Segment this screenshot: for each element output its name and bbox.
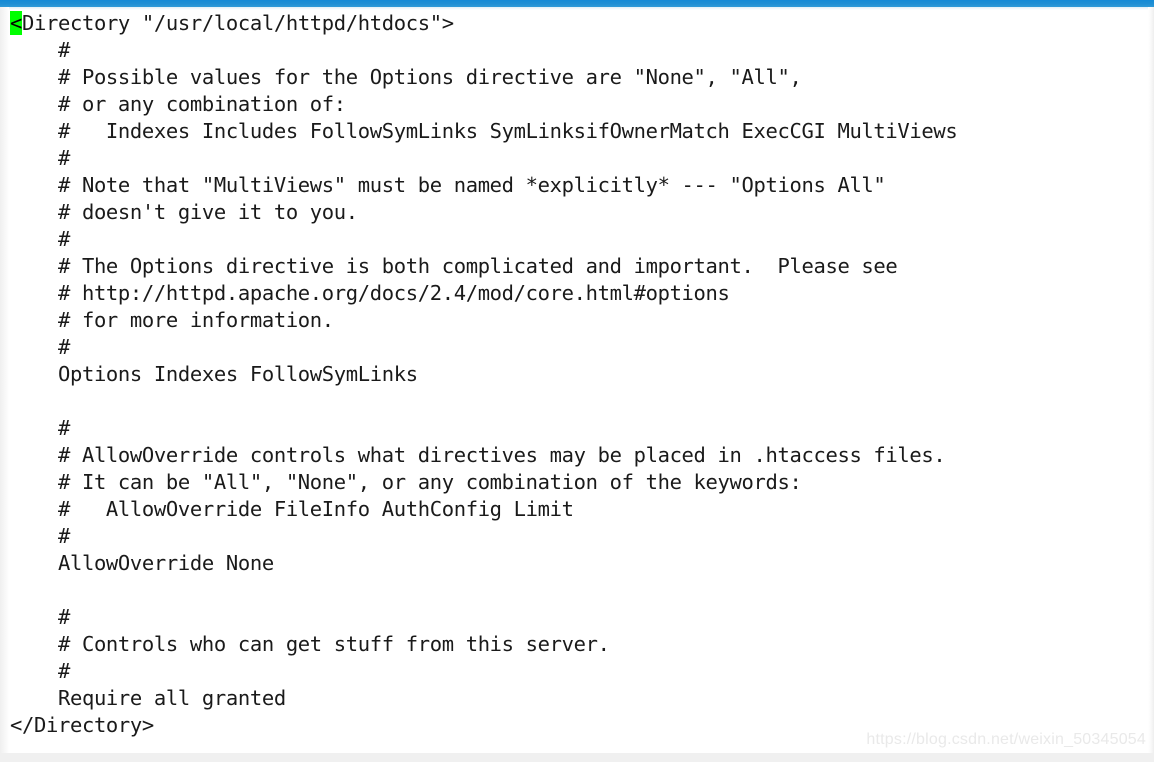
code-line: AllowOverride None: [10, 551, 274, 575]
bottom-edge-strip: [0, 753, 1154, 762]
code-line: #: [10, 524, 70, 548]
csdn-watermark: https://blog.csdn.net/weixin_50345054: [866, 731, 1146, 748]
code-line: # AllowOverride controls what directives…: [10, 443, 946, 467]
code-line: #: [10, 605, 70, 629]
code-line: #: [10, 416, 70, 440]
code-line: # Possible values for the Options direct…: [10, 65, 802, 89]
left-gutter-edge: [0, 7, 9, 754]
code-line: Options Indexes FollowSymLinks: [10, 362, 418, 386]
top-accent-bar: [0, 0, 1154, 7]
code-viewer: <Directory "/usr/local/httpd/htdocs"> # …: [0, 0, 1154, 762]
code-line: #: [10, 38, 70, 62]
code-line: # Note that "MultiViews" must be named *…: [10, 173, 886, 197]
code-line: # for more information.: [10, 308, 334, 332]
bracket-match-highlight: <: [10, 11, 22, 35]
code-line: # doesn't give it to you.: [10, 200, 358, 224]
code-line: # http://httpd.apache.org/docs/2.4/mod/c…: [10, 281, 730, 305]
code-line: Require all granted: [10, 686, 286, 710]
code-line: # It can be "All", "None", or any combin…: [10, 470, 802, 494]
code-line: # AllowOverride FileInfo AuthConfig Limi…: [10, 497, 574, 521]
code-line: # Indexes Includes FollowSymLinks SymLin…: [10, 119, 958, 143]
code-line: # Controls who can get stuff from this s…: [10, 632, 610, 656]
config-file-text[interactable]: <Directory "/usr/local/httpd/htdocs"> # …: [10, 10, 1150, 739]
code-line: <Directory "/usr/local/httpd/htdocs">: [10, 11, 454, 35]
code-line: #: [10, 659, 70, 683]
code-line: #: [10, 227, 70, 251]
code-line: #: [10, 146, 70, 170]
code-line: # The Options directive is both complica…: [10, 254, 898, 278]
code-line: #: [10, 335, 70, 359]
code-line: # or any combination of:: [10, 92, 346, 116]
